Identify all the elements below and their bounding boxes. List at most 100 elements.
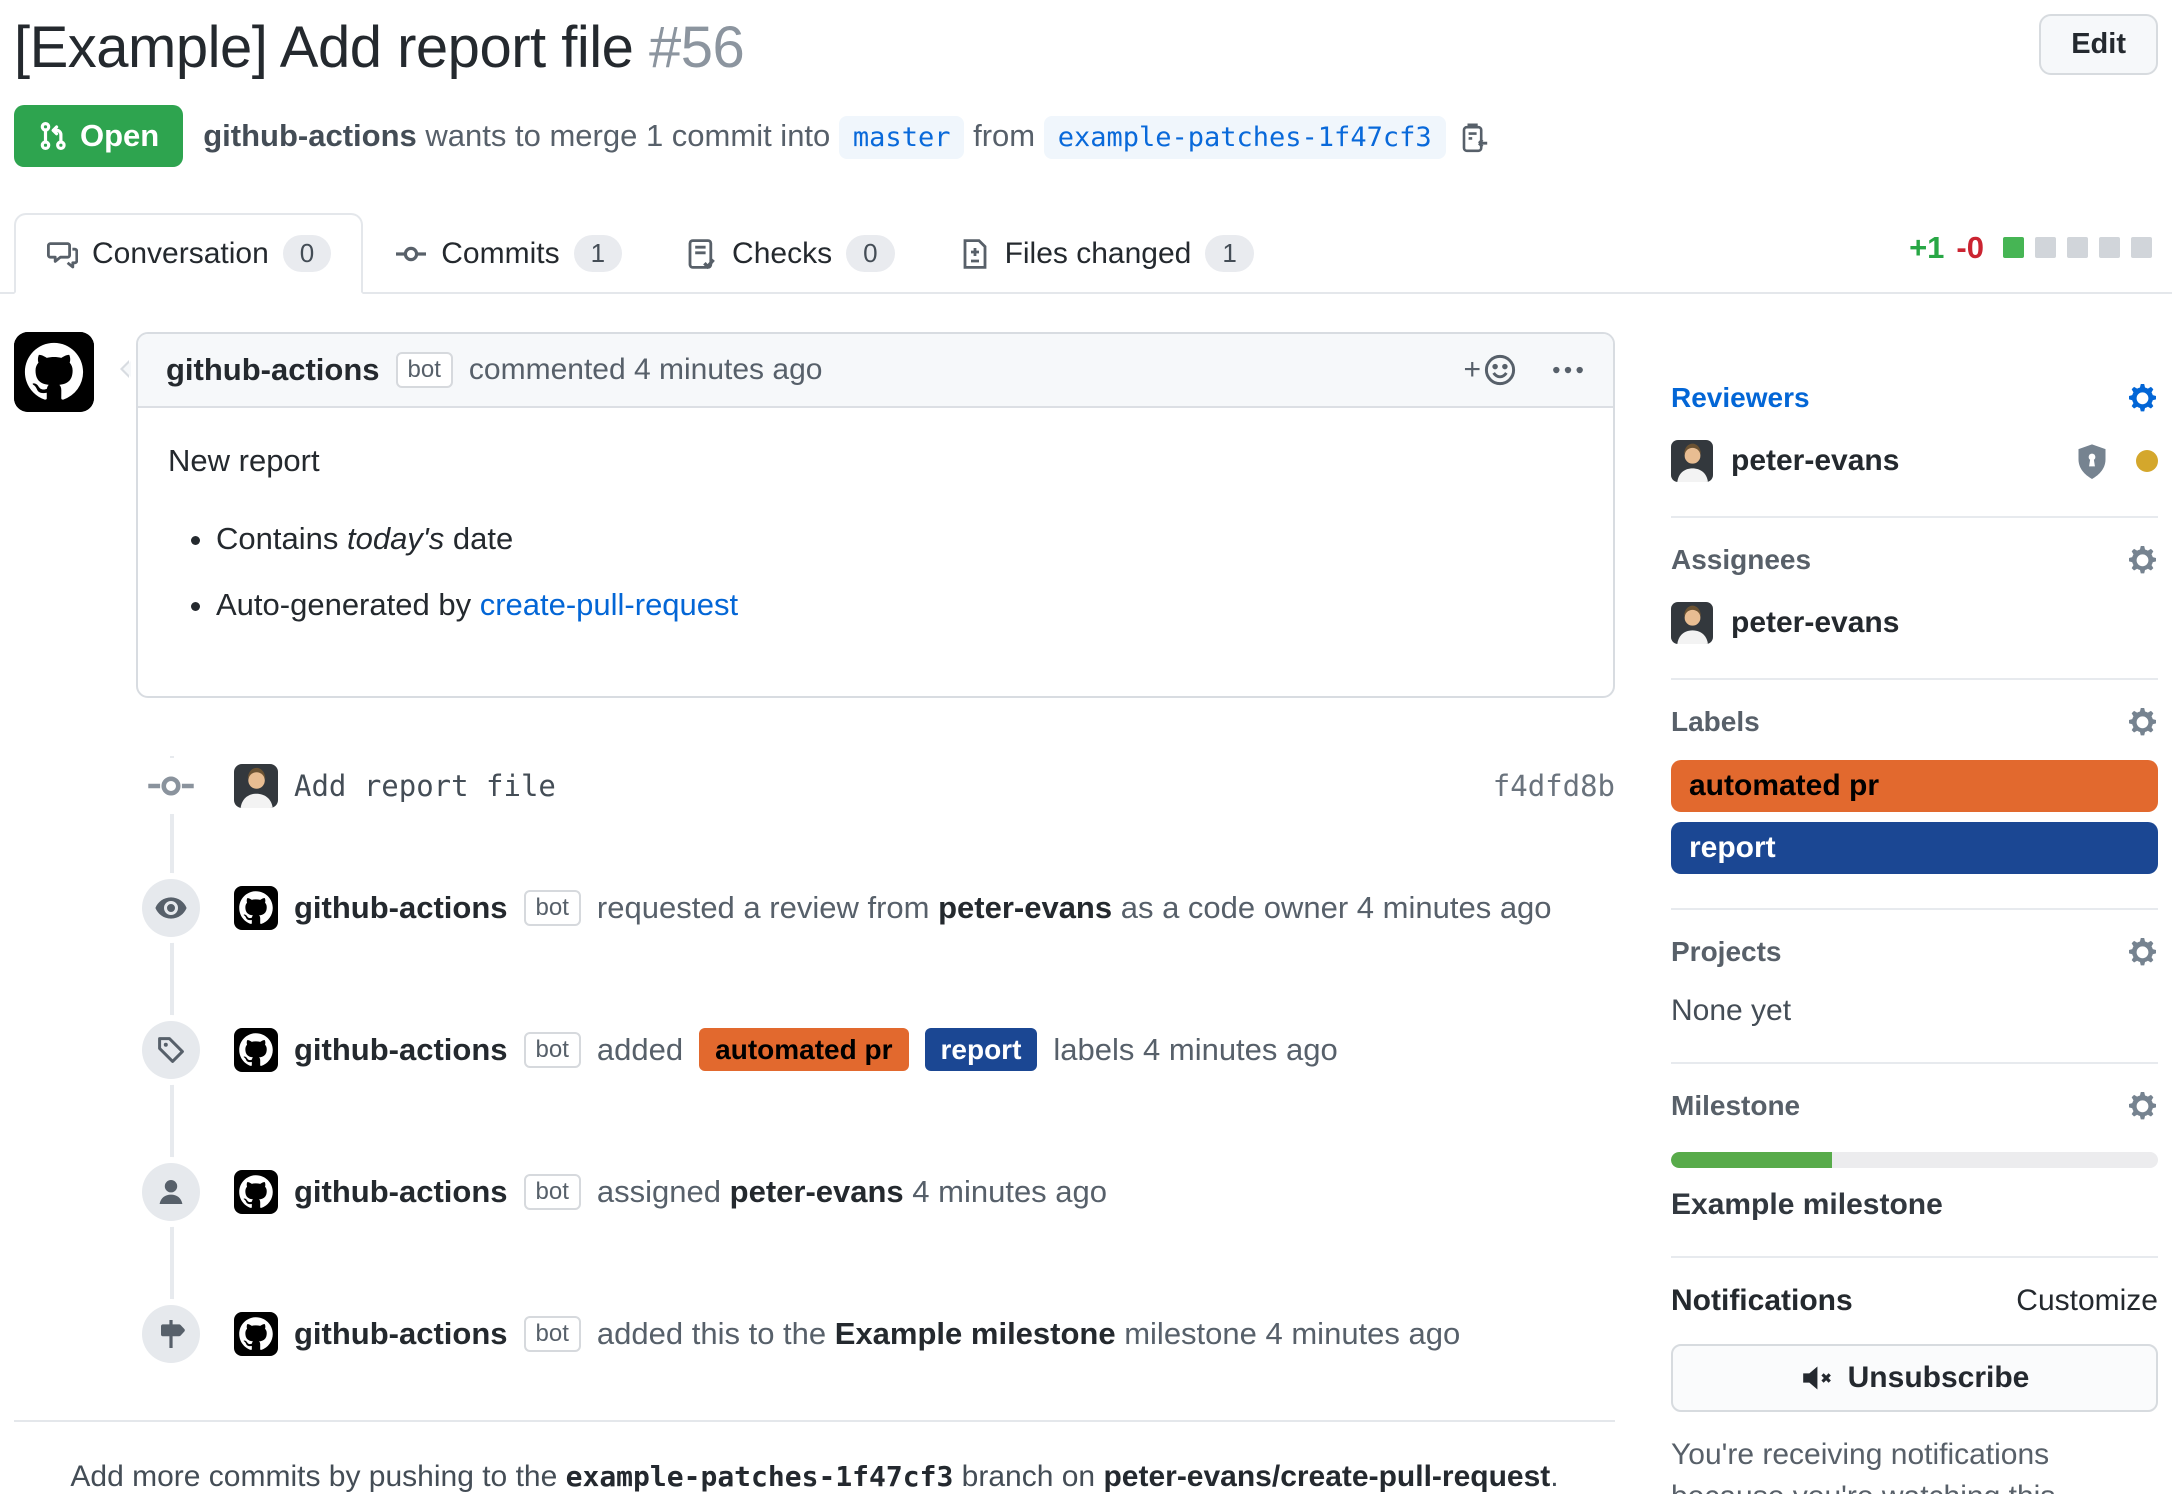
event-actor[interactable]: github-actions <box>294 1316 508 1352</box>
push-hint: Add more commits by pushing to the examp… <box>14 1422 1615 1494</box>
event-milestone-mention[interactable]: Example milestone <box>835 1316 1116 1351</box>
github-actions-avatar[interactable] <box>234 886 278 930</box>
event-actor[interactable]: github-actions <box>294 890 508 926</box>
github-actions-avatar[interactable] <box>234 1028 278 1072</box>
git-pull-request-icon <box>38 121 68 151</box>
sidebar-label-automated-pr[interactable]: automated pr <box>1671 760 2158 812</box>
timeline-event-labeled: github-actions bot added automated pr re… <box>14 1020 1615 1080</box>
pr-tabbar: Conversation 0 Commits 1 Checks 0 Files … <box>0 213 2172 294</box>
assignee-row[interactable]: peter-evans <box>1671 602 2158 644</box>
milestone-icon <box>142 1305 200 1363</box>
projects-heading[interactable]: Projects <box>1671 936 1782 968</box>
comment-timestamp: commented 4 minutes ago <box>469 353 823 387</box>
projects-gear-icon[interactable] <box>2126 936 2158 968</box>
github-actions-avatar[interactable] <box>234 1170 278 1214</box>
bot-badge: bot <box>396 352 453 388</box>
edit-button[interactable]: Edit <box>2039 14 2158 75</box>
commit-sha[interactable]: f4dfd8b <box>1493 769 1615 803</box>
timeline: Add report file f4dfd8b github-actions b… <box>14 756 1615 1364</box>
comment-header: github-actions bot commented 4 minutes a… <box>138 334 1613 408</box>
event-user-mention[interactable]: peter-evans <box>938 890 1112 925</box>
milestone-name[interactable]: Example milestone <box>1671 1188 2158 1222</box>
timeline-event-review-requested: github-actions bot requested a review fr… <box>14 878 1615 938</box>
tab-checks-label: Checks <box>732 237 832 271</box>
assignee-avatar <box>1671 602 1713 644</box>
tab-conversation-count: 0 <box>283 235 331 272</box>
commit-author-avatar[interactable] <box>234 764 278 808</box>
comment-author[interactable]: github-actions <box>166 352 380 388</box>
sidebar-section-milestone: Milestone Example milestone <box>1671 1064 2158 1258</box>
comment-bullet: Auto-generated by create-pull-request <box>216 584 1583 626</box>
copy-branch-icon[interactable] <box>1458 122 1490 154</box>
tab-files-changed[interactable]: Files changed 1 <box>927 213 1286 294</box>
tab-checks[interactable]: Checks 0 <box>654 213 927 294</box>
tab-commits-count: 1 <box>574 235 622 272</box>
pr-title-text: [Example] Add report file <box>14 15 633 80</box>
assignees-heading[interactable]: Assignees <box>1671 544 1811 576</box>
diffstat-block-green <box>2003 237 2024 258</box>
tab-conversation[interactable]: Conversation 0 <box>14 213 363 294</box>
notifications-heading: Notifications <box>1671 1284 1853 1318</box>
git-commit-icon <box>146 758 196 814</box>
diffstat-block-gray <box>2131 237 2152 258</box>
reviewers-gear-icon[interactable] <box>2126 382 2158 414</box>
conversation-thread: github-actions bot commented 4 minutes a… <box>14 332 1615 1494</box>
event-text: requested a review from peter-evans as a… <box>597 890 1552 926</box>
assignees-gear-icon[interactable] <box>2126 544 2158 576</box>
comment-text: New report <box>168 440 1583 482</box>
milestone-progress-bar <box>1671 1152 2158 1168</box>
labels-heading[interactable]: Labels <box>1671 706 1760 738</box>
page-title: [Example] Add report file #56 <box>14 14 744 81</box>
sidebar-section-reviewers: Reviewers peter-evans <box>1671 356 2158 518</box>
base-branch-link[interactable]: master <box>839 116 965 159</box>
unsubscribe-button[interactable]: Unsubscribe <box>1671 1344 2158 1412</box>
create-pull-request-link[interactable]: create-pull-request <box>480 587 738 622</box>
comment-bullet: Contains today's date <box>216 518 1583 560</box>
label-report[interactable]: report <box>925 1028 1038 1072</box>
file-diff-icon <box>959 238 991 270</box>
tab-files-changed-count: 1 <box>1205 235 1253 272</box>
event-actor[interactable]: github-actions <box>294 1174 508 1210</box>
tab-checks-count: 0 <box>846 235 894 272</box>
mute-icon <box>1800 1361 1834 1395</box>
event-text: assigned peter-evans 4 minutes ago <box>597 1174 1107 1210</box>
diffstat-additions: +1 <box>1909 230 1944 266</box>
commit-message[interactable]: Add report file <box>294 769 556 803</box>
milestone-gear-icon[interactable] <box>2126 1090 2158 1122</box>
reviewer-avatar <box>1671 440 1713 482</box>
issue-comment: github-actions bot commented 4 minutes a… <box>14 332 1615 698</box>
sidebar-section-assignees: Assignees peter-evans <box>1671 518 2158 680</box>
reviewers-heading[interactable]: Reviewers <box>1671 382 1810 414</box>
bot-badge: bot <box>524 1316 581 1352</box>
add-reaction-button[interactable]: + <box>1463 353 1517 387</box>
pr-state-badge: Open <box>14 105 183 167</box>
sidebar-label-report[interactable]: report <box>1671 822 2158 874</box>
label-automated-pr[interactable]: automated pr <box>699 1028 908 1072</box>
pr-author[interactable]: github-actions <box>203 118 417 153</box>
event-actor[interactable]: github-actions <box>294 1032 508 1068</box>
reviewer-row[interactable]: peter-evans <box>1671 440 2158 482</box>
customize-link[interactable]: Customize <box>2016 1284 2158 1318</box>
assignee-name: peter-evans <box>1731 606 1899 640</box>
kebab-icon[interactable] <box>1551 353 1585 387</box>
timeline-event-assigned: github-actions bot assigned peter-evans … <box>14 1162 1615 1222</box>
bot-badge: bot <box>524 1174 581 1210</box>
event-text: added <box>597 1032 683 1068</box>
head-branch-link[interactable]: example-patches-1f47cf3 <box>1044 116 1446 159</box>
pending-review-dot <box>2136 450 2158 472</box>
checklist-icon <box>686 238 718 270</box>
pr-number: #56 <box>649 15 744 80</box>
timeline-event-milestoned: github-actions bot added this to the Exa… <box>14 1304 1615 1364</box>
github-actions-avatar[interactable] <box>14 332 94 412</box>
diffstat: +1 -0 <box>1909 230 2158 276</box>
github-actions-avatar[interactable] <box>234 1312 278 1356</box>
smiley-icon <box>1483 353 1517 387</box>
tag-icon <box>142 1021 200 1079</box>
tab-commits[interactable]: Commits 1 <box>363 213 654 294</box>
diffstat-block-gray <box>2067 237 2088 258</box>
labels-gear-icon[interactable] <box>2126 706 2158 738</box>
pr-state-label: Open <box>80 118 159 154</box>
milestone-heading[interactable]: Milestone <box>1671 1090 1800 1122</box>
event-user-mention[interactable]: peter-evans <box>730 1174 904 1209</box>
projects-empty-text: None yet <box>1671 994 2158 1028</box>
